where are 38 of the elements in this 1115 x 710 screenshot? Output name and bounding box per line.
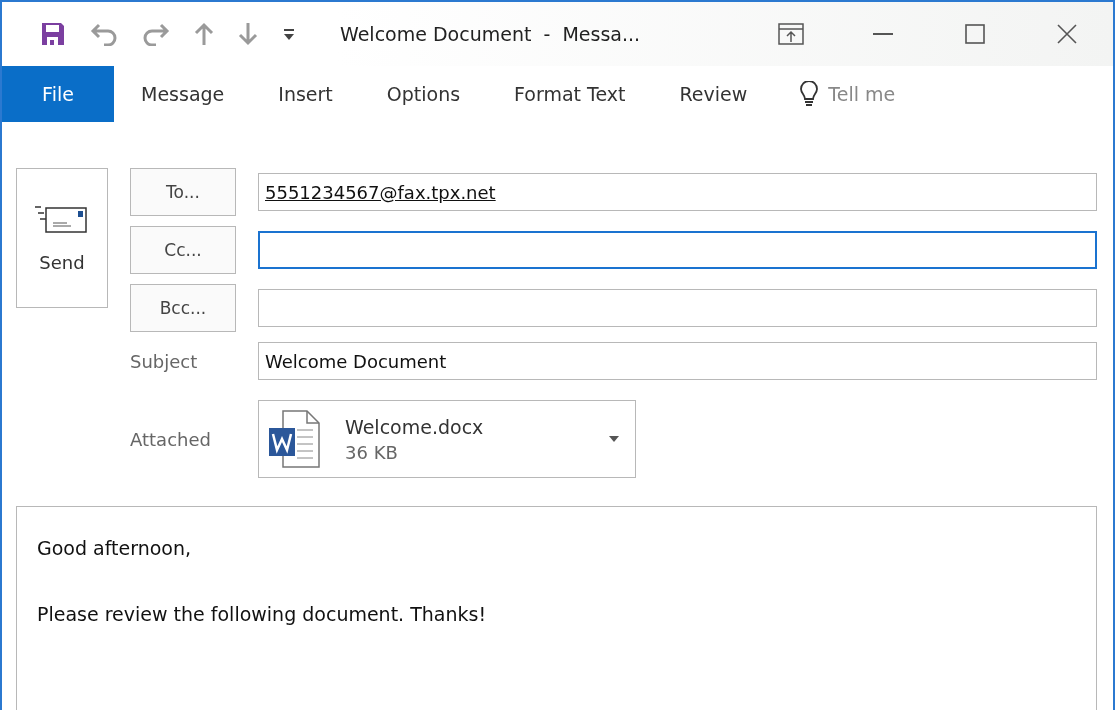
recipient-field[interactable]: 5551234567@fax.tpx.net	[258, 173, 1097, 211]
attachment-card[interactable]: Welcome.docx 36 KB	[258, 400, 636, 478]
recipient-button[interactable]: Bcc...	[130, 284, 236, 332]
close-icon	[1057, 24, 1077, 44]
window-title: Welcome Document - Messa...	[340, 23, 641, 45]
maximize-icon	[965, 24, 985, 44]
dropdown-caret-icon[interactable]	[609, 436, 619, 442]
down-arrow-icon[interactable]	[238, 22, 258, 46]
redo-icon[interactable]	[142, 22, 170, 46]
send-button[interactable]: Send	[16, 168, 108, 308]
ribbon-tab[interactable]: Format Text	[487, 66, 653, 122]
attached-label: Attached	[130, 428, 212, 450]
message-body[interactable]: Good afternoon, Please review the following document. Thanks!	[16, 506, 1097, 710]
envelope-icon	[35, 203, 89, 236]
ribbon-tab[interactable]: Review	[652, 66, 775, 122]
recipient-button[interactable]: To...	[130, 168, 236, 216]
attachment-name: Welcome.docx	[345, 415, 485, 438]
recipient-field[interactable]	[258, 289, 1097, 327]
up-arrow-icon[interactable]	[194, 22, 214, 46]
subject-label: Subject	[130, 350, 199, 372]
save-icon[interactable]	[40, 21, 66, 47]
ribbon-tab[interactable]: File	[2, 66, 114, 122]
ribbon-display-options-icon	[778, 23, 804, 45]
recipient-field[interactable]	[258, 231, 1097, 269]
ribbon-tab[interactable]: Message	[114, 66, 252, 122]
body-paragraph: Please review the following document. Thanks!	[37, 603, 488, 625]
minimize-icon	[873, 32, 893, 36]
undo-icon[interactable]	[90, 22, 118, 46]
subject-field[interactable]: Welcome Document	[258, 342, 1097, 380]
body-paragraph: Good afternoon,	[37, 537, 193, 559]
recipient-button[interactable]: Cc...	[130, 226, 236, 274]
ribbon-tab[interactable]: Insert	[251, 66, 360, 122]
attachment-size: 36 KB	[345, 441, 399, 463]
lightbulb-icon	[800, 81, 819, 107]
tell-me-search[interactable]: Tell me	[794, 66, 902, 122]
customize-menu-icon[interactable]	[282, 27, 296, 41]
word-document-icon	[269, 410, 321, 468]
ribbon-tab[interactable]: Options	[359, 66, 488, 122]
